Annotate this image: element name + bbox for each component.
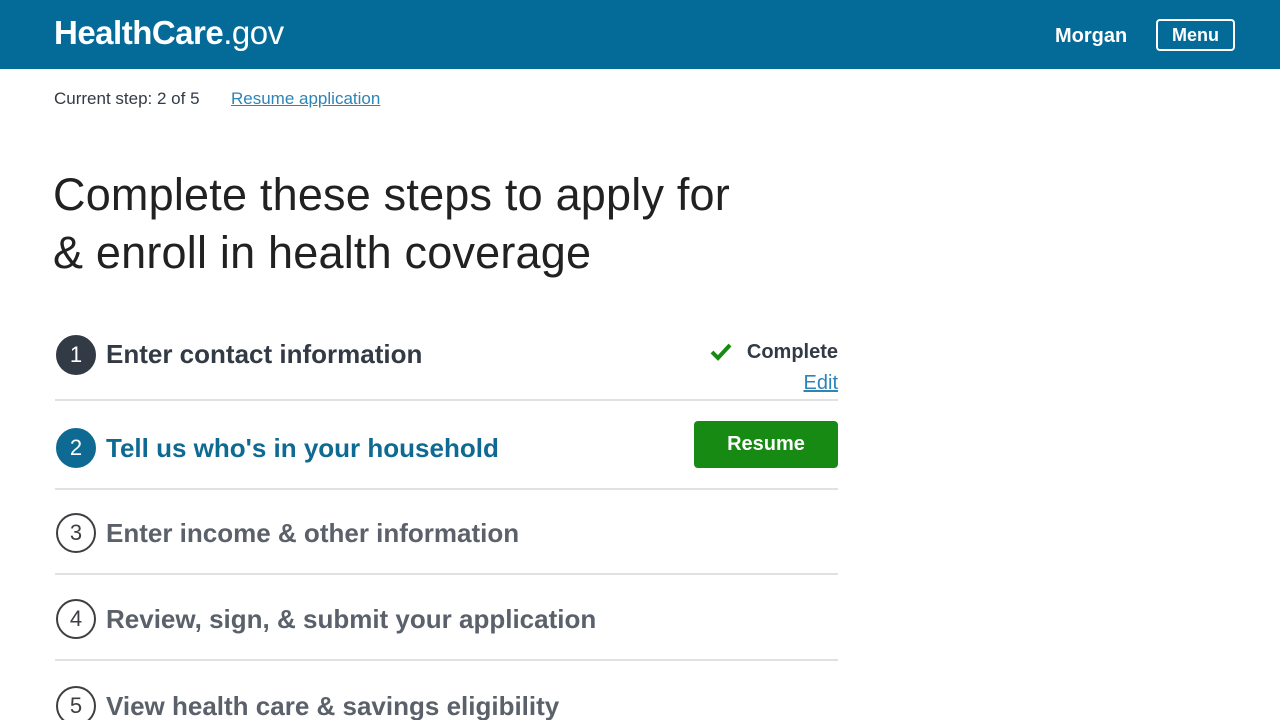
healthcare-gov-logo[interactable]: HealthCare.gov	[54, 15, 284, 51]
step-label: View health care & savings eligibility	[106, 691, 560, 720]
site-header: HealthCare.gov Morgan Menu	[0, 0, 1280, 69]
checkmark-icon	[710, 343, 732, 361]
resume-button[interactable]: Resume	[694, 421, 838, 468]
step-number-badge: 5	[56, 686, 96, 720]
logo-text-bold: HealthCare	[54, 14, 224, 51]
edit-step-link[interactable]: Edit	[747, 371, 838, 395]
step-number-badge: 1	[56, 335, 96, 375]
step-status: Complete Edit	[710, 339, 838, 395]
menu-button[interactable]: Menu	[1156, 19, 1235, 51]
step-number-badge: 3	[56, 513, 96, 553]
step-number-badge: 2	[56, 428, 96, 468]
current-step-indicator: Current step: 2 of 5	[54, 89, 200, 108]
step-label: Review, sign, & submit your application	[106, 604, 597, 634]
step-row-review-submit: 4 Review, sign, & submit your applicatio…	[55, 575, 838, 661]
logo-text-domain: .gov	[223, 14, 284, 51]
step-complete-label: Complete	[746, 341, 838, 363]
step-row-income: 3 Enter income & other information	[55, 490, 838, 575]
step-label: Enter contact information	[106, 339, 423, 369]
step-label: Enter income & other information	[106, 518, 520, 548]
resume-application-link[interactable]: Resume application	[231, 88, 380, 110]
step-label[interactable]: Tell us who's in your household	[106, 432, 499, 464]
page-title: Complete these steps to apply for & enro…	[53, 169, 730, 278]
step-number-badge: 4	[56, 599, 96, 639]
step-row-household: 2 Tell us who's in your household Resume	[55, 401, 838, 490]
user-account-link[interactable]: Morgan	[1055, 24, 1127, 48]
step-row-contact-information: 1 Enter contact information Complete Edi…	[55, 321, 838, 401]
step-row-eligibility: 5 View health care & savings eligibility	[55, 661, 838, 720]
